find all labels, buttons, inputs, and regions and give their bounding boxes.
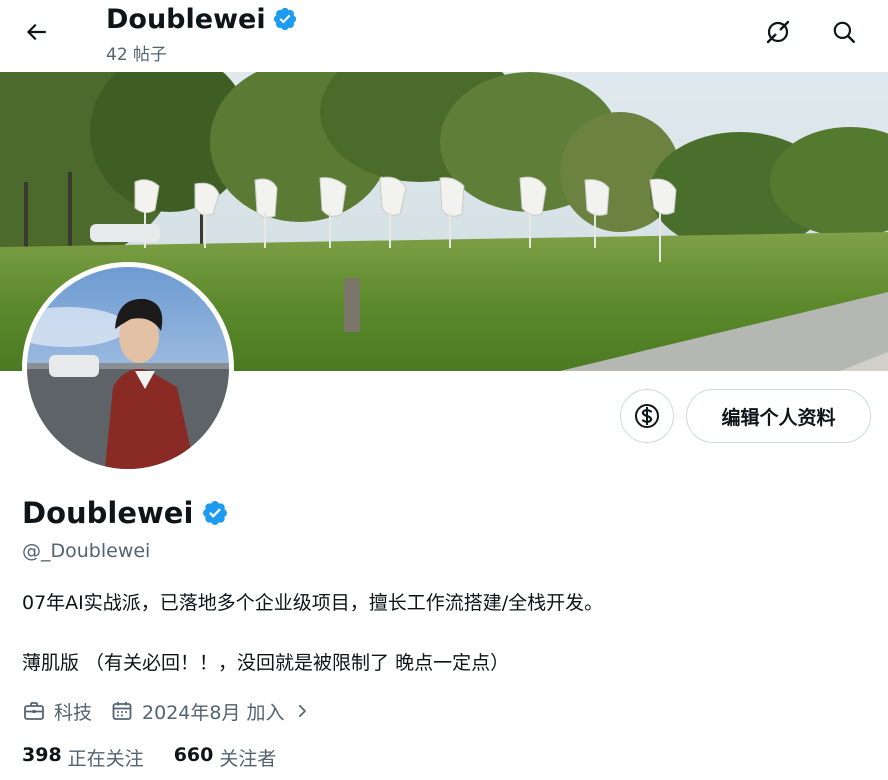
tip-button[interactable] xyxy=(620,389,674,443)
display-name: Doublewei xyxy=(22,496,194,530)
follow-stats-row: 398 正在关注 660 关注者 xyxy=(22,744,276,771)
avatar-image xyxy=(27,267,229,469)
arrow-left-icon xyxy=(26,23,46,41)
category-label: 科技 xyxy=(54,701,93,724)
display-name-row: Doublewei xyxy=(22,496,229,530)
followers-count: 660 xyxy=(173,744,214,766)
grok-button[interactable] xyxy=(758,12,798,52)
calendar-icon xyxy=(112,702,132,720)
user-handle: @_Doublewei xyxy=(22,540,151,562)
profile-meta-row: 科技 2024年8月 加入 xyxy=(22,697,311,725)
join-date-label: 2024年8月 加入 xyxy=(142,701,285,724)
verified-badge-icon[interactable] xyxy=(272,6,298,32)
category-item: 科技 xyxy=(22,698,92,725)
bio-line-2: 薄肌版 （有关必回！！，没回就是被限制了 晚点一定点） xyxy=(22,652,510,674)
briefcase-icon xyxy=(24,702,44,720)
following-link[interactable]: 398 正在关注 xyxy=(22,744,144,771)
followers-label: 关注者 xyxy=(219,748,277,770)
back-button[interactable] xyxy=(16,12,56,52)
header-title-block: Doublewei 42 帖子 xyxy=(106,2,298,65)
following-label: 正在关注 xyxy=(67,748,144,770)
following-count: 398 xyxy=(22,744,62,766)
top-bar: Doublewei 42 帖子 xyxy=(0,0,888,72)
chevron-right-icon xyxy=(298,704,306,718)
search-icon xyxy=(833,21,855,43)
dollar-sign-icon xyxy=(635,404,659,428)
profile-avatar[interactable] xyxy=(22,262,234,474)
header-name: Doublewei xyxy=(106,3,266,35)
bio-line-1: 07年AI实战派，已落地多个企业级项目，擅长工作流搭建/全栈开发。 xyxy=(22,592,604,614)
edit-profile-button[interactable]: 编辑个人资料 xyxy=(686,389,871,443)
header-name-row: Doublewei xyxy=(106,2,298,36)
post-count: 42 帖子 xyxy=(106,45,168,65)
verified-badge-icon[interactable] xyxy=(201,499,229,527)
grok-icon xyxy=(766,20,790,44)
join-date-item[interactable]: 2024年8月 加入 xyxy=(110,698,310,725)
search-button[interactable] xyxy=(824,12,864,52)
followers-link[interactable]: 660 关注者 xyxy=(174,744,277,771)
